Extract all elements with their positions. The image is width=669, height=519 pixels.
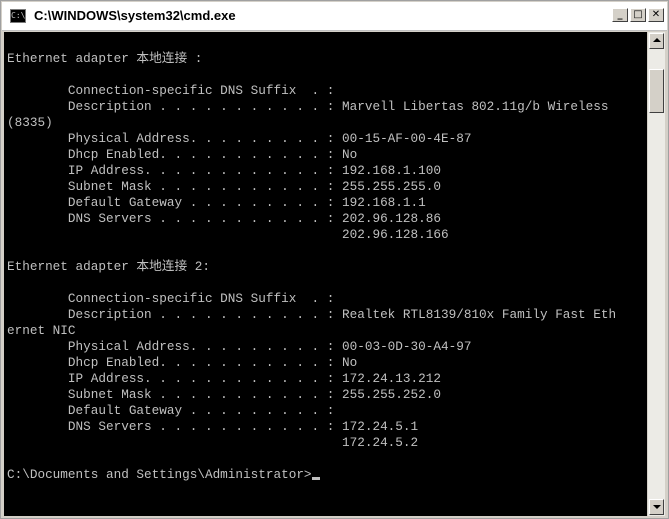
console-line: Description . . . . . . . . . . . : Marv… xyxy=(7,99,609,114)
console-line: Connection-specific DNS Suffix . : xyxy=(7,291,335,306)
cmd-window: C:\ C:\WINDOWS\system32\cmd.exe _ □ ✕ Et… xyxy=(0,0,669,519)
maximize-button[interactable]: □ xyxy=(630,8,646,22)
console-line: 202.96.128.166 xyxy=(7,227,449,242)
console-line: DNS Servers . . . . . . . . . . . : 172.… xyxy=(7,419,419,434)
console-line: Subnet Mask . . . . . . . . . . . : 255.… xyxy=(7,179,441,194)
window-title: C:\WINDOWS\system32\cmd.exe xyxy=(34,8,236,23)
console-line: Description . . . . . . . . . . . : Real… xyxy=(7,307,617,322)
text-cursor xyxy=(311,477,320,480)
close-button[interactable]: ✕ xyxy=(648,8,664,22)
console-line: Dhcp Enabled. . . . . . . . . . . : No xyxy=(7,355,358,370)
scroll-thumb[interactable] xyxy=(649,69,664,113)
console-line: IP Address. . . . . . . . . . . . : 192.… xyxy=(7,163,441,178)
console-line: Ethernet adapter 本地连接 2: xyxy=(7,259,211,274)
console-line: (8335) xyxy=(7,115,53,130)
console-line: Ethernet adapter 本地连接 : xyxy=(7,51,203,66)
console-line: Physical Address. . . . . . . . . : 00-1… xyxy=(7,131,472,146)
console-line: Dhcp Enabled. . . . . . . . . . . : No xyxy=(7,147,358,162)
vertical-scrollbar[interactable] xyxy=(647,32,665,516)
cmd-app-icon[interactable]: C:\ xyxy=(10,9,26,23)
console-line: DNS Servers . . . . . . . . . . . : 202.… xyxy=(7,211,441,226)
console-line: C:\Documents and Settings\Administrator> xyxy=(7,467,616,483)
console-line: ernet NIC xyxy=(7,323,76,338)
title-bar[interactable]: C:\ C:\WINDOWS\system32\cmd.exe _ □ ✕ xyxy=(2,2,667,31)
scroll-down-arrow-icon xyxy=(653,505,661,509)
console-line: 172.24.5.2 xyxy=(7,435,419,450)
console-line: Connection-specific DNS Suffix . : xyxy=(7,83,335,98)
scroll-up-arrow-icon xyxy=(653,38,661,42)
console-line: Default Gateway . . . . . . . . . : xyxy=(7,403,335,418)
maximize-icon: □ xyxy=(633,9,643,20)
minimize-icon: _ xyxy=(617,9,623,20)
console-line: Default Gateway . . . . . . . . . : 192.… xyxy=(7,195,426,210)
console-text: Ethernet adapter 本地连接 : Connection-speci… xyxy=(7,51,616,483)
close-icon: ✕ xyxy=(651,9,661,20)
console-line: IP Address. . . . . . . . . . . . : 172.… xyxy=(7,371,441,386)
console-line: Subnet Mask . . . . . . . . . . . : 255.… xyxy=(7,387,441,402)
console-output-area[interactable]: Ethernet adapter 本地连接 : Connection-speci… xyxy=(4,32,647,516)
scroll-down-button[interactable] xyxy=(649,499,664,515)
minimize-button[interactable]: _ xyxy=(612,8,628,22)
console-line: Physical Address. . . . . . . . . : 00-0… xyxy=(7,339,472,354)
scroll-up-button[interactable] xyxy=(649,33,664,49)
